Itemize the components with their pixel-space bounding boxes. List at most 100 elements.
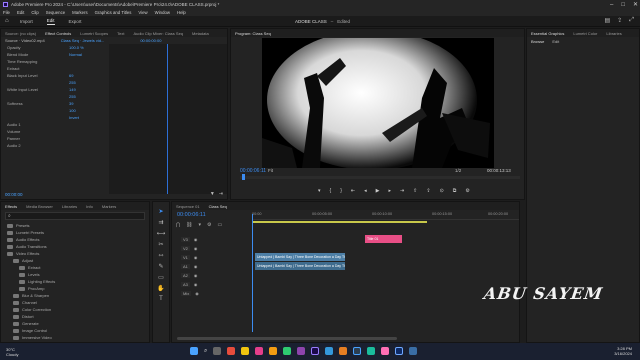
ec-bottom-timecode[interactable]: 00:00:00 [5, 192, 23, 197]
ec-row-value[interactable]: Invert [69, 115, 79, 120]
track-select-icon[interactable]: ⇉ [158, 219, 163, 226]
slip-icon[interactable]: ⇿ [158, 252, 163, 259]
ec-row[interactable]: 255 [1, 93, 109, 100]
ec-row[interactable]: Softness 39 [1, 100, 109, 107]
eye-icon[interactable]: ◉ [195, 291, 199, 296]
task-view-icon[interactable] [213, 347, 222, 355]
timeline-scrollbar[interactable] [172, 337, 517, 340]
effects-tree-item[interactable]: Levels [7, 271, 149, 278]
tab-program[interactable]: Program: Class Seq [235, 31, 271, 36]
timeline-clip[interactable]: Untapped | Bambi Say | Three Bone Decora… [255, 262, 345, 270]
add-marker-icon[interactable]: ▾ [198, 222, 201, 228]
step-back-icon[interactable]: ◂ [364, 188, 367, 194]
tab-markers[interactable]: Markers [102, 204, 116, 209]
premiere-taskbar-icon[interactable] [311, 347, 320, 355]
ec-row[interactable]: White Input Level 149 [1, 86, 109, 93]
tab-import[interactable]: Import [20, 19, 33, 24]
menu-edit[interactable]: Edit [17, 10, 24, 15]
tab-text[interactable]: Text [117, 31, 124, 36]
effects-tree-item[interactable]: Lighting Effects [7, 278, 149, 285]
close-icon[interactable]: ✕ [633, 1, 638, 8]
effects-tree-item[interactable]: Video Effects [7, 250, 149, 257]
video-preview[interactable] [262, 38, 494, 168]
menu-markers[interactable]: Markers [72, 10, 88, 15]
app-icon-8[interactable] [367, 347, 376, 355]
track-header[interactable]: A3 ◉ [171, 280, 251, 288]
menu-clip[interactable]: Clip [31, 10, 38, 15]
app-icon-10[interactable] [409, 347, 418, 355]
ec-row-value[interactable]: 69 [69, 73, 73, 78]
effects-tree-item[interactable]: Audio Transitions [7, 243, 149, 250]
app-icon-1[interactable] [227, 347, 236, 355]
export-frame-button-icon[interactable]: ⊙ [440, 188, 444, 194]
pen-icon[interactable]: ✎ [158, 263, 163, 270]
ec-row-value[interactable]: 255 [69, 80, 76, 85]
go-to-in-icon[interactable]: ⇤ [351, 188, 355, 194]
app-icon-2[interactable] [255, 347, 264, 355]
timeline-timecode[interactable]: 00:00:06:11 [177, 212, 206, 218]
minimize-icon[interactable]: – [610, 2, 613, 8]
ec-timecode[interactable]: 00:00:00:00 [140, 38, 161, 43]
effects-search-input[interactable]: ⌕ [5, 212, 145, 220]
tab-effect-controls[interactable]: Effect Controls [45, 31, 71, 36]
tab-sequence-01[interactable]: Sequence 01 [176, 204, 200, 209]
effects-tree-item[interactable]: Immersive Video [7, 334, 149, 341]
clip-label[interactable]: Class Seq · Jewels vid... [61, 38, 105, 43]
tab-info[interactable]: Info [86, 204, 93, 209]
selection-tool-icon[interactable]: ➤ [158, 208, 163, 215]
ec-row[interactable]: Audio 1 [1, 121, 109, 128]
start-icon[interactable] [190, 347, 198, 355]
track-header[interactable]: Mix ◉ [171, 289, 251, 297]
track-header[interactable]: V1 ◉ [171, 253, 251, 261]
ec-row[interactable]: Time Remapping [1, 58, 109, 65]
effects-tree-item[interactable]: Channel [7, 299, 149, 306]
effects-tree-item[interactable]: Adjust [7, 257, 149, 264]
eye-icon[interactable]: ◉ [194, 246, 198, 251]
menu-file[interactable]: File [3, 10, 10, 15]
weather-widget[interactable]: 30°C Cloudy [0, 347, 70, 357]
maximize-icon[interactable]: □ [621, 2, 625, 8]
tab-lumetri-scopes[interactable]: Lumetri Scopes [80, 31, 108, 36]
track-header[interactable]: V3 ◉ [171, 235, 251, 243]
filter-icon[interactable]: ▼ [210, 191, 215, 197]
effects-tree-item[interactable]: Image Control [7, 327, 149, 334]
ec-row[interactable]: Extract [1, 65, 109, 72]
razor-icon[interactable]: ✂ [158, 241, 163, 248]
type-icon[interactable]: T [159, 296, 163, 302]
tab-source[interactable]: Source: (no clips) [5, 31, 36, 36]
marker-icon[interactable]: ▾ [318, 188, 321, 194]
home-icon[interactable]: ⌂ [5, 18, 9, 24]
ec-row[interactable]: 255 [1, 79, 109, 86]
eye-icon[interactable]: ◉ [194, 264, 198, 269]
menu-view[interactable]: View [138, 10, 147, 15]
menu-graphics[interactable]: Graphics and Titles [95, 10, 132, 15]
app-icon-4[interactable] [297, 347, 306, 355]
quick-export-icon[interactable]: ⇪ [617, 17, 622, 24]
timeline-playhead[interactable] [252, 214, 253, 332]
ec-row[interactable]: Panner [1, 135, 109, 142]
ec-row-value[interactable]: 39 [69, 101, 73, 106]
tab-effects[interactable]: Effects [5, 204, 17, 209]
effects-tree-item[interactable]: Audio Effects [7, 236, 149, 243]
in-point-icon[interactable]: { [330, 188, 332, 194]
timeline-settings-icon[interactable]: ⚙ [207, 222, 211, 228]
app-icon-9[interactable] [381, 347, 390, 355]
tab-libraries-2[interactable]: Libraries [62, 204, 77, 209]
timeline-clip[interactable]: Untapped | Bambi Say | Three Bone Decora… [255, 253, 345, 261]
time-ruler[interactable]: 00:00 00:00:05:00 00:00:10:00 00:00:15:0… [252, 212, 519, 220]
program-scrubber[interactable] [240, 174, 520, 180]
out-point-icon[interactable]: } [340, 188, 342, 194]
fullscreen-icon[interactable]: ⤢ [629, 17, 634, 24]
lift-icon[interactable]: ⇧ [413, 188, 417, 194]
step-forward-icon[interactable]: ▸ [388, 188, 391, 194]
export-frame-icon[interactable]: ⇥ [219, 191, 223, 197]
chrome-icon[interactable] [283, 347, 292, 355]
menu-window[interactable]: Window [155, 10, 170, 15]
eye-icon[interactable]: ◉ [194, 255, 198, 260]
ec-row[interactable]: Opacity 100.0 % [1, 44, 109, 51]
track-header[interactable]: A2 ◉ [171, 271, 251, 279]
track-header[interactable]: V2 ◉ [171, 244, 251, 252]
tab-metadata[interactable]: Metadata [192, 31, 209, 36]
menu-help[interactable]: Help [177, 10, 186, 15]
ec-row-value[interactable]: Normal [69, 52, 82, 57]
